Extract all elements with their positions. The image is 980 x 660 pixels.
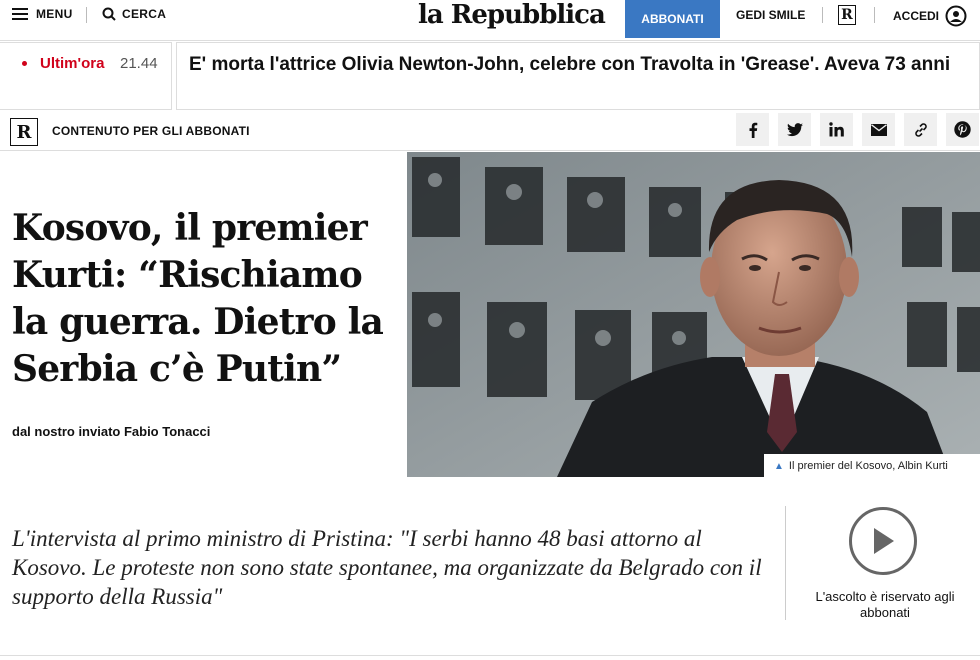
article-byline: dal nostro inviato Fabio Tonacci: [12, 424, 211, 439]
premium-content-label: CONTENUTO PER GLI ABBONATI: [52, 124, 250, 138]
hamburger-icon: [12, 8, 28, 20]
menu-label: MENU: [36, 7, 73, 21]
login-label: ACCEDI: [893, 9, 940, 23]
login-button[interactable]: ACCEDI: [893, 5, 967, 27]
audio-subscriber-note: L'ascolto è riservato agli abbonati: [815, 589, 955, 620]
search-icon: [102, 7, 116, 21]
photo-caption: ▲ Il premier del Kosovo, Albin Kurti: [764, 454, 980, 478]
user-icon: [945, 5, 967, 27]
ultimora-label: Ultim'ora: [22, 55, 104, 72]
caret-up-icon: ▲: [774, 460, 784, 472]
search-button[interactable]: CERCA: [102, 7, 166, 21]
breaking-news-headline[interactable]: E' morta l'attrice Olivia Newton-John, c…: [176, 42, 980, 110]
divider: [785, 506, 786, 620]
audio-play-button[interactable]: [849, 507, 917, 575]
share-buttons: [736, 113, 979, 146]
photo-albin-kurti: [407, 152, 980, 477]
top-navigation: MENU CERCA la Repubblica ABBONATI GEDI S…: [0, 0, 980, 41]
facebook-icon[interactable]: [736, 113, 769, 146]
photo-caption-text: Il premier del Kosovo, Albin Kurti: [788, 460, 948, 472]
linkedin-icon[interactable]: [820, 113, 853, 146]
repubblica-r-icon[interactable]: R: [838, 5, 856, 25]
site-logo[interactable]: la Repubblica: [418, 0, 606, 32]
divider: [874, 7, 875, 23]
article-headline: Kosovo, il premier Kurti: “Rischiamo la …: [12, 207, 384, 390]
play-icon: [874, 528, 894, 554]
link-icon[interactable]: [904, 113, 937, 146]
article-toolbar: R CONTENUTO PER GLI ABBONATI: [0, 112, 980, 151]
breaking-news-label-box: Ultim'ora 21.44: [0, 42, 172, 110]
gedi-smile-link[interactable]: GEDI SMILE: [736, 8, 805, 22]
divider: [0, 655, 980, 656]
article-lead: L'intervista al primo ministro di Pristi…: [12, 526, 762, 609]
subscribe-button[interactable]: ABBONATI: [625, 0, 720, 38]
divider: [822, 7, 823, 23]
divider: [86, 7, 87, 23]
menu-button[interactable]: MENU: [12, 7, 73, 21]
pinterest-icon[interactable]: [946, 113, 979, 146]
ultimora-time: 21.44: [120, 55, 158, 72]
premium-r-icon: R: [10, 118, 38, 146]
email-icon[interactable]: [862, 113, 895, 146]
twitter-icon[interactable]: [778, 113, 811, 146]
article-photo[interactable]: [407, 152, 980, 477]
search-label: CERCA: [122, 7, 167, 21]
